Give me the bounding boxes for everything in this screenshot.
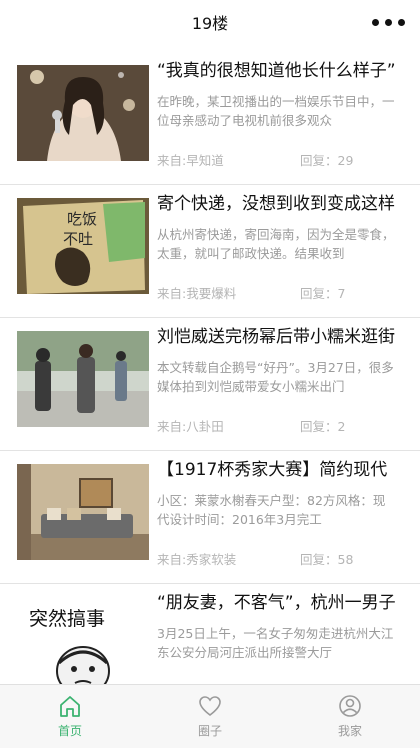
damaged-package-photo: 吃饭 不吐 [17,198,149,294]
singer-photo [17,65,149,161]
post-summary: 3月25日上午，一名女子匆匆走进杭州大江东公安分局河庄派出所接警大厅 [157,626,394,660]
post-source: 来自:八卦田 [157,419,224,434]
post-summary: 本文转载自企鹅号“好丹”。3月27日，很多媒体拍到刘恺威带爱女小糯米出门 [157,360,394,394]
post-summary: 小区：莱蒙水榭春天户型：82方风格：现代设计时间：2016年3月完工 [157,493,386,527]
post-source: 来自:秀家软装 [157,552,237,567]
post-title[interactable]: “我真的很想知道他长什么样子” [157,60,405,82]
navigation-bar: 19楼 [0,0,420,44]
tab-home[interactable]: 首页 [0,685,140,748]
post-thumbnail[interactable] [17,331,149,427]
svg-text:不吐: 不吐 [63,230,93,248]
tab-label: 圈子 [197,724,222,738]
meme-caption: 突然搞事 [29,608,105,630]
post-summary: 在昨晚，某卫视播出的一档娱乐节目中，一位母亲感动了电视机前很多观众 [157,94,395,128]
post-reply-count: 回复：58 [300,552,354,567]
post-title[interactable]: “朋友妻，不客气”，杭州一男子 [157,592,405,614]
meme-photo: 突然搞事 [17,597,149,693]
post-summary: 从杭州寄快递，寄回海南，因为全是零食，太重，就叫了邮政快递。结果收到 [157,227,395,261]
tab-circle[interactable]: 圈子 [140,685,280,748]
post-thumbnail[interactable]: 突然搞事 [17,597,149,693]
post-source: 来自:早知道 [157,153,224,168]
post-list: “我真的很想知道他长什么样子” 在昨晚，某卫视播出的一档娱乐节目中，一位母亲感动… [0,52,420,717]
post-item[interactable]: 【1917杯秀家大赛】简约现代 小区：莱蒙水榭春天户型：82方风格：现代设计时间… [0,451,420,584]
street-photo [17,331,149,427]
post-title[interactable]: 【1917杯秀家大赛】简约现代 [157,459,405,481]
tab-my-home[interactable]: 我家 [280,685,420,748]
user-icon [339,695,361,717]
post-title[interactable]: 寄个快递，没想到收到变成这样 [157,193,405,215]
post-reply-count: 回复：2 [300,419,346,434]
tab-label: 我家 [337,724,362,738]
post-item[interactable]: 吃饭 不吐 寄个快递，没想到收到变成这样 从杭州寄快递，寄回海南，因为全是零食，… [0,185,420,318]
post-item[interactable]: 刘恺威送完杨幂后带小糯米逛街 本文转载自企鹅号“好丹”。3月27日，很多媒体拍到… [0,318,420,451]
post-reply-count: 回复：29 [300,153,354,168]
more-options-icon[interactable] [368,12,408,32]
heart-icon [199,696,221,717]
post-reply-count: 回复：7 [300,286,346,301]
living-room-photo [17,464,149,560]
post-item[interactable]: “我真的很想知道他长什么样子” 在昨晚，某卫视播出的一档娱乐节目中，一位母亲感动… [0,52,420,185]
post-thumbnail[interactable] [17,464,149,560]
home-icon [60,696,80,717]
post-source: 来自:我要爆料 [157,286,237,301]
tab-bar: 首页 圈子 我家 [0,684,420,748]
post-thumbnail[interactable] [17,65,149,161]
post-title[interactable]: 刘恺威送完杨幂后带小糯米逛街 [157,326,405,348]
svg-text:吃饭: 吃饭 [67,210,97,228]
tab-label: 首页 [57,724,82,738]
post-thumbnail[interactable]: 吃饭 不吐 [17,198,149,294]
page-title: 19楼 [191,14,229,33]
